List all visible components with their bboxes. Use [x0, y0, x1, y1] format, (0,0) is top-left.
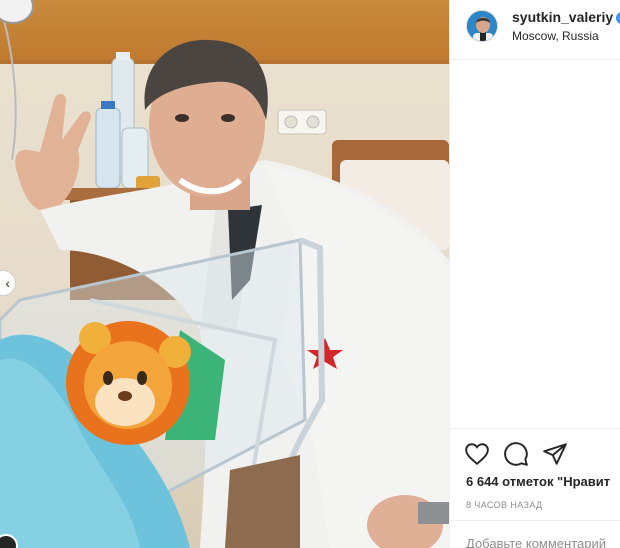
post-header: syutkin_valeriy✓ Moscow, Russia — [450, 0, 620, 60]
likes-count[interactable]: 6 644 отметок "Нравит — [466, 474, 610, 489]
location-link[interactable]: Moscow, Russia — [512, 29, 599, 43]
avatar[interactable] — [466, 10, 498, 42]
username-row: syutkin_valeriy✓ — [512, 9, 620, 25]
photo-illustration — [0, 19, 449, 548]
action-bar — [450, 428, 620, 478]
comment-bar — [450, 520, 620, 548]
comment-input[interactable] — [466, 533, 620, 548]
share-icon[interactable] — [542, 441, 568, 467]
comment-icon[interactable] — [503, 441, 529, 467]
post-sidebar: syutkin_valeriy✓ Moscow, Russia 6 644 от… — [449, 0, 620, 548]
post-timestamp[interactable]: 8 ЧАСОВ НАЗАД — [466, 500, 543, 510]
verified-badge-icon: ✓ — [616, 12, 620, 24]
username-link[interactable]: syutkin_valeriy — [512, 9, 613, 25]
avatar-portrait-icon — [467, 11, 497, 41]
heart-icon[interactable] — [464, 441, 490, 467]
post-photo[interactable]: ‹ — [0, 0, 449, 548]
